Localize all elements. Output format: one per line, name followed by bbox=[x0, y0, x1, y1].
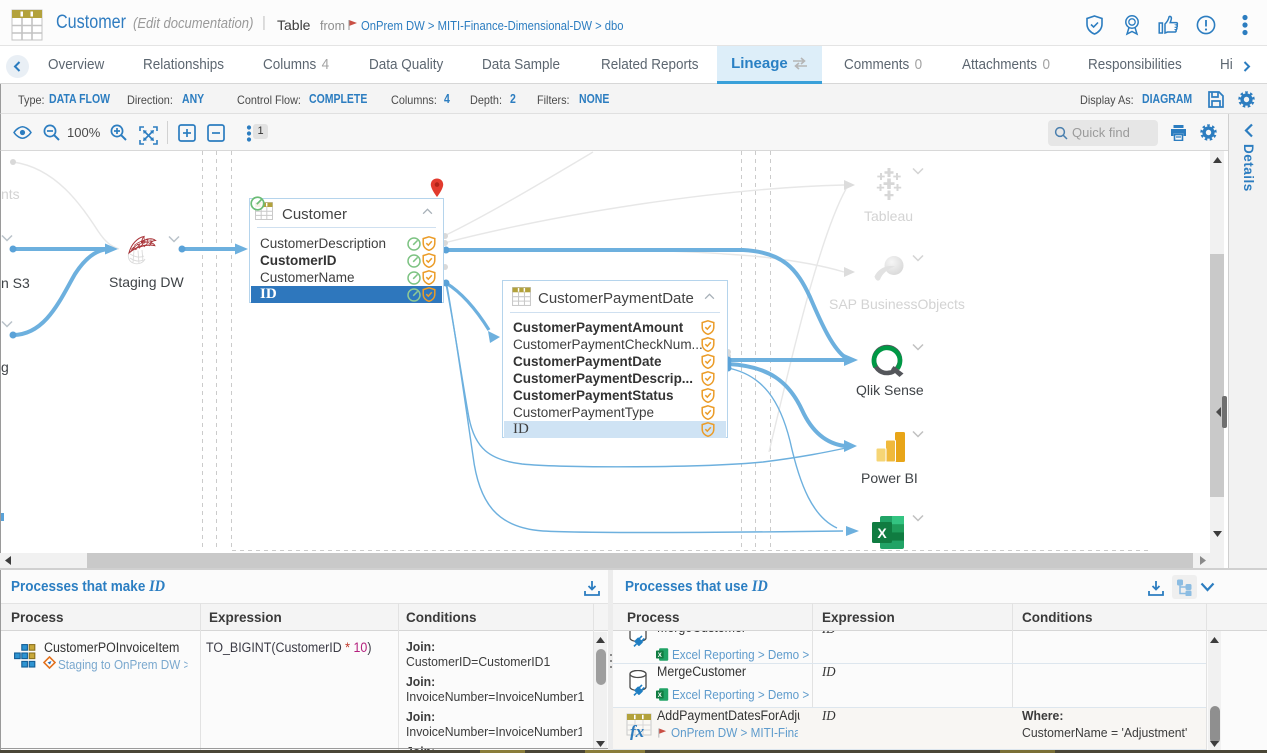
svg-text:X: X bbox=[877, 525, 887, 541]
svg-text:fx: fx bbox=[630, 722, 645, 740]
